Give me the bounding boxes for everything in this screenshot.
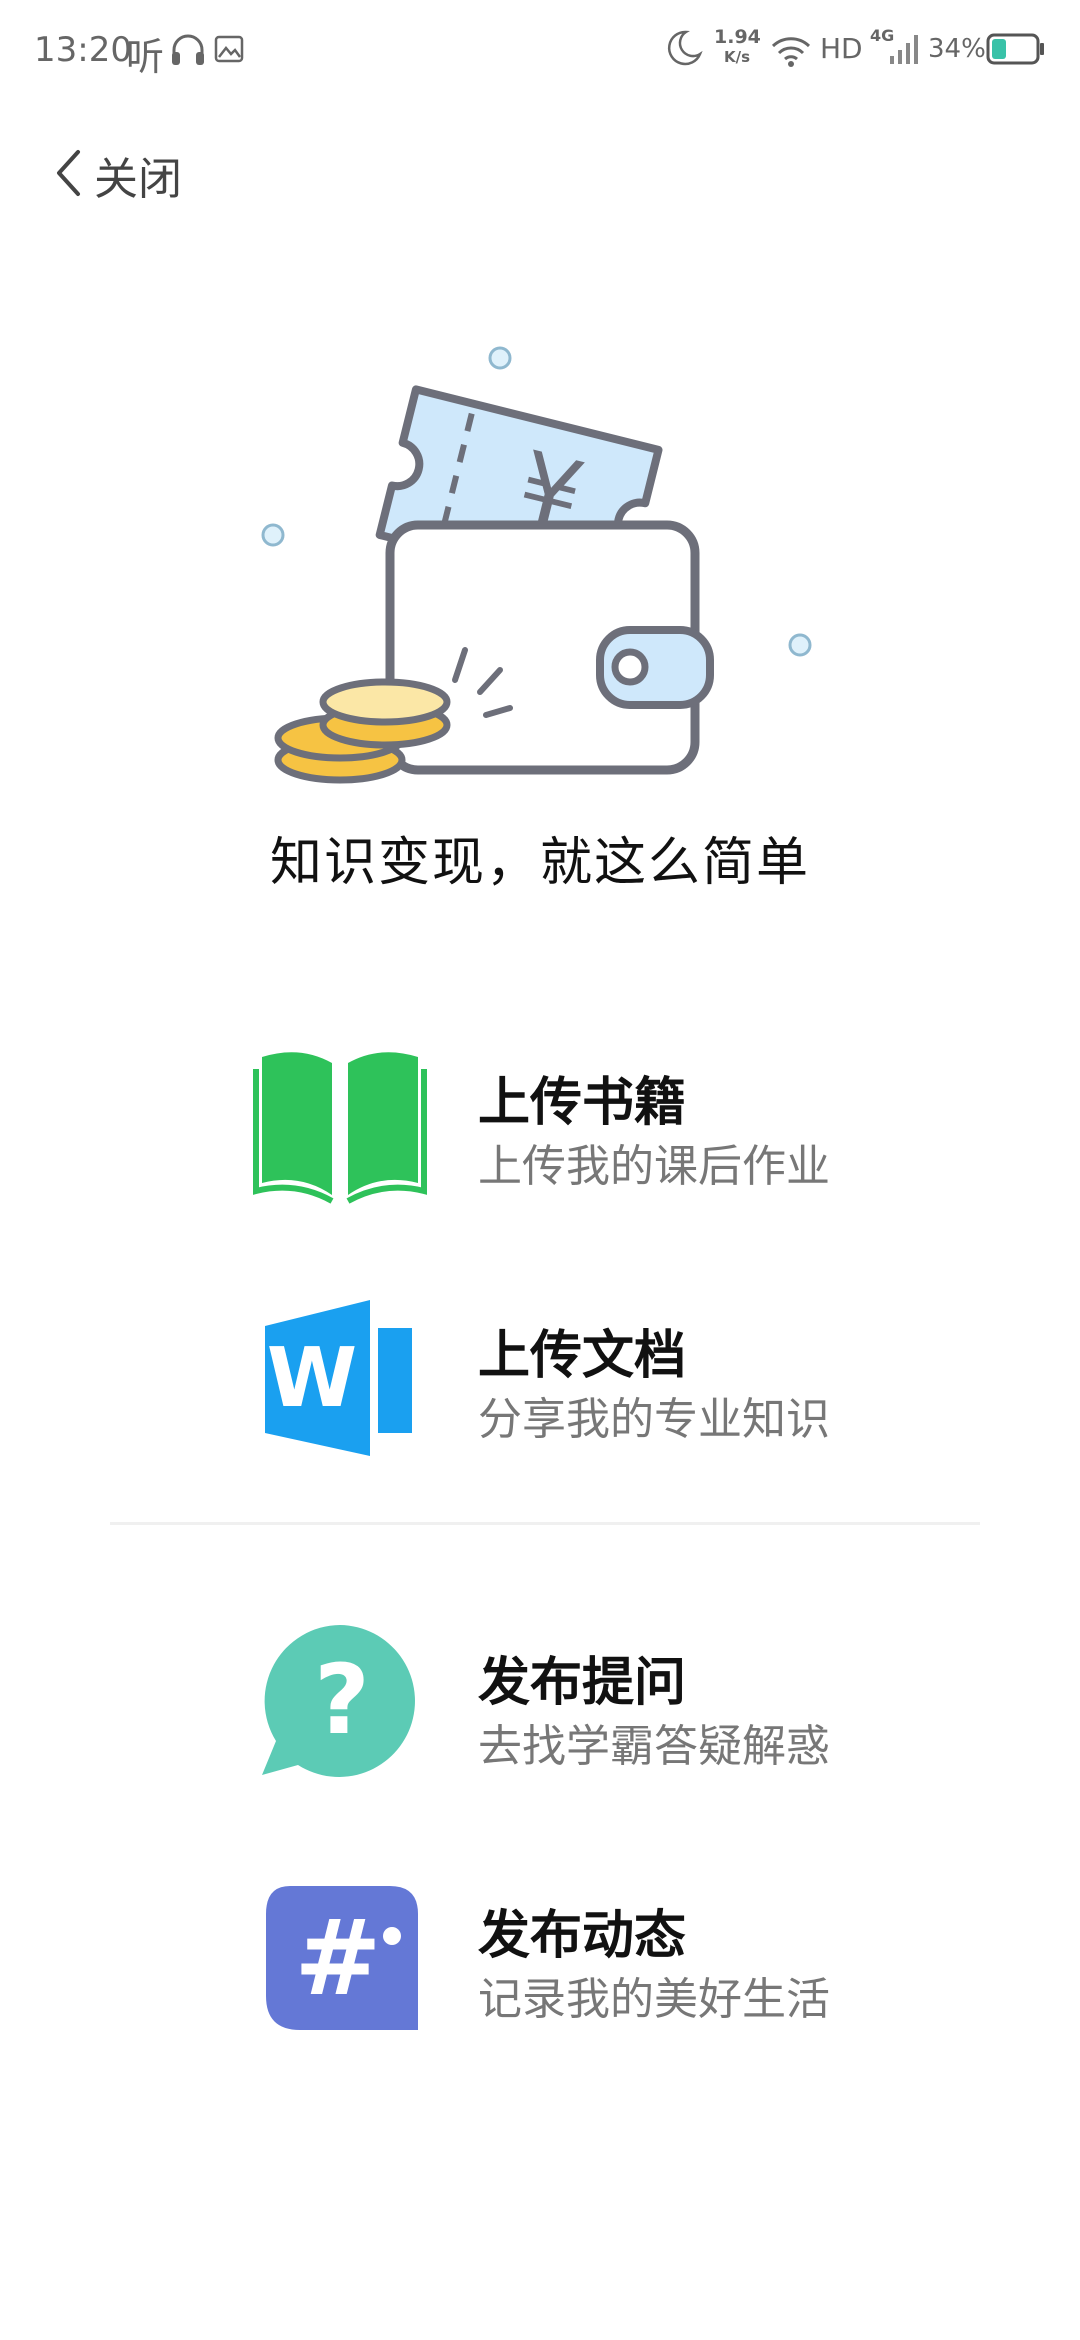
option-title: 上传书籍 xyxy=(478,1073,687,1133)
hd-label: HD xyxy=(820,32,863,65)
battery-percent: 34% xyxy=(928,34,986,64)
moon-icon xyxy=(664,28,704,76)
close-label: 关闭 xyxy=(94,154,182,205)
status-bar: 13:20 听 1.94 K/s HD 4G 34% xyxy=(0,0,1080,100)
svg-text:#: # xyxy=(294,1897,381,2019)
battery-icon xyxy=(986,32,1046,74)
post-moment-option[interactable]: # 发布动态 记录我的美好生活 xyxy=(250,1868,850,2058)
question-bubble-icon: ? xyxy=(250,1615,430,1795)
upload-book-option[interactable]: 上传书籍 上传我的课后作业 xyxy=(250,1035,850,1225)
hashtag-bubble-icon: # xyxy=(250,1868,430,2048)
publish-menu-screen: 13:20 听 1.94 K/s HD 4G 34% 关闭 ¥ 知识变现，就这么… xyxy=(0,0,1080,2340)
open-book-icon xyxy=(250,1035,430,1215)
hero-title: 知识变现，就这么简单 xyxy=(269,833,810,893)
upload-document-option[interactable]: W 上传文档 分享我的专业知识 xyxy=(250,1288,850,1478)
word-document-icon: W xyxy=(250,1288,430,1468)
section-divider xyxy=(110,1522,980,1525)
option-subtitle: 分享我的专业知识 xyxy=(478,1394,830,1445)
headset-icon xyxy=(168,30,208,78)
option-title: 发布动态 xyxy=(478,1906,687,1966)
chevron-left-icon xyxy=(54,148,84,202)
option-subtitle: 上传我的课后作业 xyxy=(478,1141,830,1192)
option-title: 上传文档 xyxy=(478,1326,687,1386)
status-time: 13:20 xyxy=(34,30,132,70)
close-button[interactable]: 关闭 xyxy=(54,145,182,205)
network-speed-value: 1.94 xyxy=(714,26,761,48)
network-speed-unit: K/s xyxy=(723,48,751,66)
status-app-glyph: 听 xyxy=(126,35,165,79)
wifi-icon xyxy=(770,34,812,76)
wallet-ticket-coins-illustration: ¥ xyxy=(250,330,850,814)
option-subtitle: 去找学霸答疑解惑 xyxy=(478,1721,830,1772)
svg-text:?: ? xyxy=(314,1644,370,1756)
option-subtitle: 记录我的美好生活 xyxy=(478,1974,830,2025)
gallery-icon xyxy=(214,34,244,72)
network-speed: 1.94 K/s xyxy=(714,26,761,66)
signal-icon xyxy=(888,30,924,74)
option-title: 发布提问 xyxy=(478,1653,687,1713)
svg-text:W: W xyxy=(267,1331,357,1426)
ask-question-option[interactable]: ? 发布提问 去找学霸答疑解惑 xyxy=(250,1615,850,1805)
